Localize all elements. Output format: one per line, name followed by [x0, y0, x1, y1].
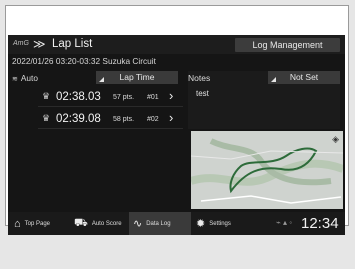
back-chevron-icon[interactable]: ≫: [33, 36, 46, 52]
data-log-icon: ∿: [133, 218, 143, 230]
lap-time-sort-label: Lap Time: [119, 72, 155, 82]
nav-data-log-label: Data Log: [146, 220, 171, 227]
clock: 12:34: [301, 215, 339, 232]
nav-auto-score-label: Auto Score: [91, 220, 122, 227]
page-title: Lap List: [52, 38, 93, 50]
dropdown-corner-icon: [271, 77, 276, 82]
lap-points: 58 pts.: [113, 116, 135, 123]
lap-rank: #01: [147, 94, 159, 101]
notes-status-label: Not Set: [289, 72, 319, 82]
crown-icon: ♛: [42, 113, 51, 123]
lap-time: 02:39.08: [56, 113, 101, 125]
notes-text: test: [196, 89, 209, 98]
lap-row[interactable]: ♛ 02:39.08 58 pts. #02 ›: [38, 110, 183, 129]
lap-rank: #02: [147, 116, 159, 123]
gear-icon: ✹: [196, 218, 206, 230]
header-bar: AmG ≫ Lap List Log Management: [8, 35, 345, 54]
log-management-button[interactable]: Log Management: [235, 38, 340, 52]
car-icon: ⛟: [74, 216, 88, 229]
nav-data-log[interactable]: ∿ Data Log: [129, 212, 191, 235]
home-icon: ⌂: [14, 217, 21, 230]
lap-row[interactable]: ♛ 02:38.03 57 pts. #01 ›: [38, 88, 183, 107]
lap-time-sort-button[interactable]: Lap Time: [96, 71, 178, 84]
nav-auto-score[interactable]: ⛟ Auto Score: [72, 212, 130, 235]
crown-icon: ♛: [42, 91, 51, 101]
lap-time: 02:38.03: [56, 91, 101, 103]
nav-top-page[interactable]: ⌂ Top Page: [12, 212, 72, 235]
layers-icon[interactable]: ◈: [332, 134, 339, 145]
infotainment-screen: AmG ≫ Lap List Log Management 2022/01/26…: [8, 35, 345, 235]
chevron-right-icon[interactable]: ›: [169, 110, 173, 126]
bottom-nav-bar: ⌂ Top Page ⛟ Auto Score ∿ Data Log ✹ Set…: [8, 212, 345, 235]
auto-label: ≋ Auto: [12, 73, 38, 85]
nav-settings-label: Settings: [209, 220, 231, 227]
notes-header: Notes: [188, 73, 211, 83]
notes-status-button[interactable]: Not Set: [268, 71, 340, 84]
notes-panel: Notes Not Set test: [188, 71, 340, 129]
lap-points: 57 pts.: [113, 94, 135, 101]
dropdown-corner-icon: [99, 77, 104, 82]
status-icons: ⌁ ▴ ◦: [276, 218, 293, 227]
nav-top-page-label: Top Page: [24, 220, 51, 227]
nav-settings[interactable]: ✹ Settings: [194, 212, 252, 235]
chevron-right-icon[interactable]: ›: [169, 88, 173, 104]
brand-logo: AmG: [13, 40, 29, 47]
track-map[interactable]: ◈: [191, 131, 343, 209]
session-datetime-track: 2022/01/26 03:20-03:32 Suzuka Circuit: [12, 56, 156, 66]
auto-label-text: Auto: [20, 73, 38, 83]
map-graphic: [191, 131, 343, 209]
auto-signal-icon: ≋: [12, 76, 18, 83]
